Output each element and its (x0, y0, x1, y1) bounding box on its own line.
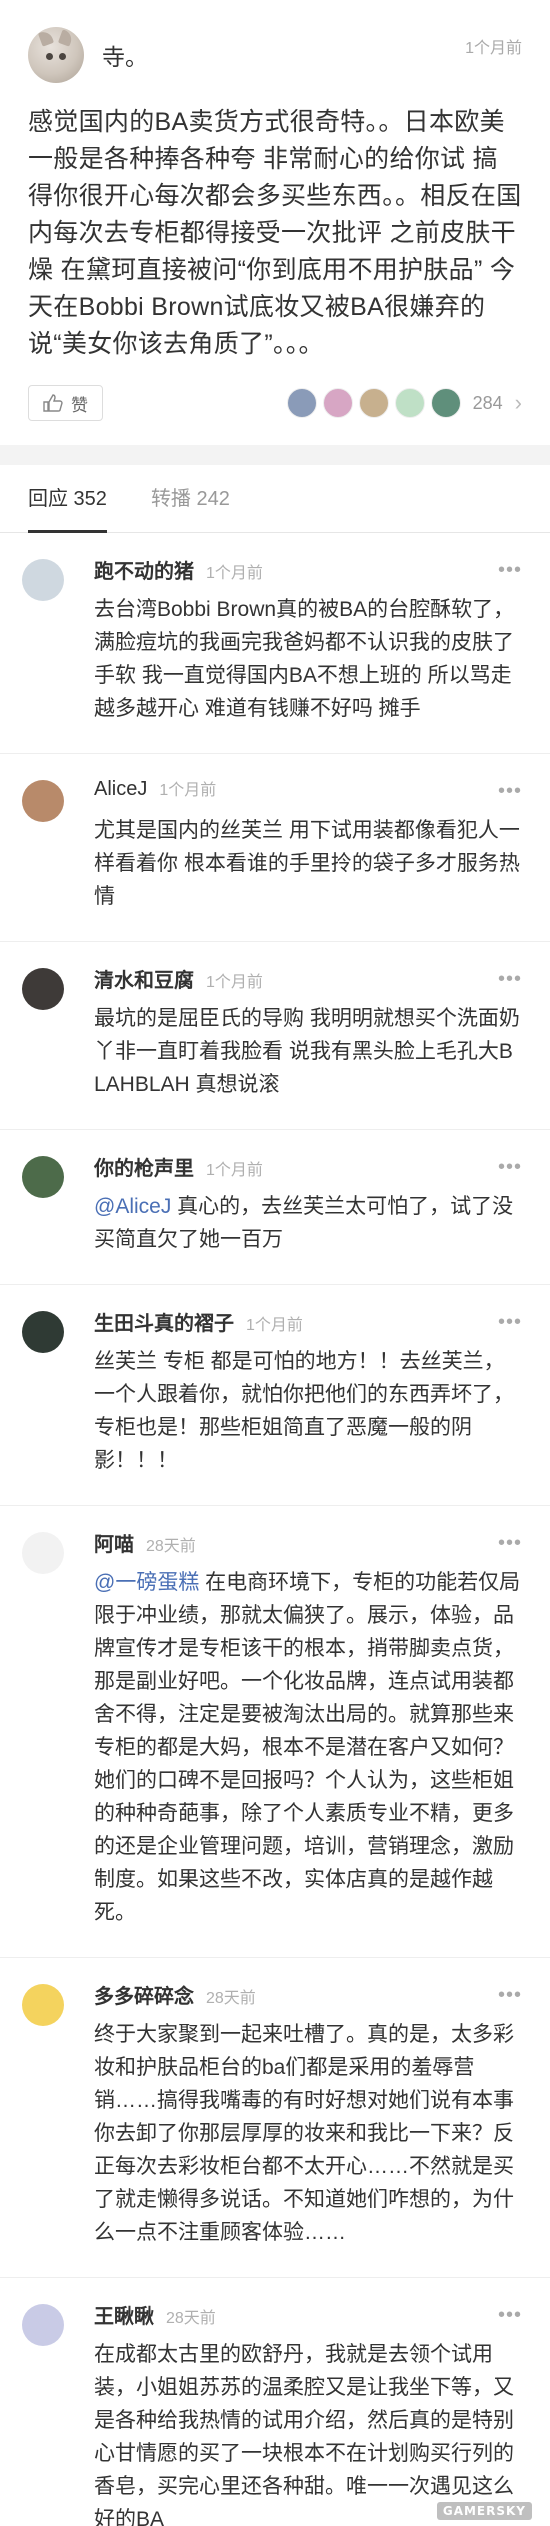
more-options-icon[interactable]: ••• (498, 1156, 522, 1179)
comment-header: 阿喵 28天前 (94, 1528, 522, 1562)
tab-replies[interactable]: 回应 352 (28, 465, 107, 533)
comment-time: 1个月前 (206, 565, 263, 582)
watermark: GAMERSKY (436, 2502, 532, 2520)
more-options-icon[interactable]: ••• (498, 559, 522, 582)
commenter-avatar[interactable] (22, 1156, 64, 1198)
like-button[interactable]: 赞 (28, 385, 103, 421)
comment-time: 28天前 (206, 1990, 256, 2007)
post-time: 1个月前 (465, 40, 522, 57)
comment-list: 跑不动的猪 1个月前 ••• 去台湾Bobbi Brown真的被BA的台腔酥软了，满脸… (0, 533, 550, 2526)
commenter-avatar[interactable] (22, 1311, 64, 1353)
comment-header: 跑不动的猪 1个月前 (94, 555, 522, 589)
commenter-avatar[interactable] (22, 968, 64, 1010)
comment-item: 你的枪声里 1个月前 ••• @AliceJ 真心的，去丝芙兰太可怕了，试了没买简直欠… (0, 1130, 550, 1285)
post-actions: 赞 284 › (28, 383, 522, 423)
commenter-name[interactable]: AliceJ (94, 778, 147, 801)
comment-body: 终于大家聚到一起来吐槽了。真的是，太多彩妆和护肤品柜台的ba们都是采用的羞辱营销… (94, 2023, 514, 2244)
commenter-avatar[interactable] (22, 2304, 64, 2346)
comment-body: 尤其是国内的丝芙兰 用下试用装都像看犯人一样看着你 根本看谁的手里拎的袋子多才服… (94, 819, 520, 908)
comment-text: 丝芙兰 专柜 都是可怕的地方！！去丝芙兰，一个人跟着你，就怕你把他们的东西弄坏了… (94, 1345, 522, 1477)
more-options-icon[interactable]: ••• (498, 1532, 522, 1555)
author-name[interactable]: 寺。 (102, 38, 148, 72)
comment-item: 多多碎碎念 28天前 ••• 终于大家聚到一起来吐槽了。真的是，太多彩妆和护肤品柜台的… (0, 1958, 550, 2278)
comment-header: 清水和豆腐 1个月前 (94, 964, 522, 998)
comment-text: 尤其是国内的丝芙兰 用下试用装都像看犯人一样看着你 根本看谁的手里拎的袋子多才服… (94, 814, 522, 913)
comment-text: 在成都太古里的欧舒丹，我就是去领个试用装，小姐姐苏苏的温柔腔又是让我坐下等，又是… (94, 2338, 522, 2526)
comment-text: 去台湾Bobbi Brown真的被BA的台腔酥软了，满脸痘坑的我画完我爸妈都不认… (94, 593, 522, 725)
liker-avatars[interactable] (281, 388, 461, 418)
chevron-right-icon[interactable]: › (515, 390, 522, 416)
liker-avatar[interactable] (394, 388, 425, 418)
commenter-name[interactable]: 跑不动的猪 (94, 555, 194, 584)
like-count[interactable]: 284 (473, 393, 503, 414)
commenter-name[interactable]: 你的枪声里 (94, 1152, 194, 1181)
comment-body: 去台湾Bobbi Brown真的被BA的台腔酥软了，满脸痘坑的我画完我爸妈都不认… (94, 598, 515, 720)
commenter-name[interactable]: 多多碎碎念 (94, 1980, 194, 2009)
reply-tabs: 回应 352 转播 242 (0, 465, 550, 533)
comment-time: 28天前 (166, 2310, 216, 2327)
comment-text: 终于大家聚到一起来吐槽了。真的是，太多彩妆和护肤品柜台的ba们都是采用的羞辱营销… (94, 2018, 522, 2249)
comment-item: 生田斗真的褶子 1个月前 ••• 丝芙兰 专柜 都是可怕的地方！！去丝芙兰，一个人跟着… (0, 1285, 550, 1506)
comment-item: 王瞅瞅 28天前 ••• 在成都太古里的欧舒丹，我就是去领个试用装，小姐姐苏苏的温柔腔… (0, 2278, 550, 2526)
more-options-icon[interactable]: ••• (498, 1311, 522, 1334)
liker-avatar[interactable] (430, 388, 461, 418)
author-avatar[interactable] (28, 27, 84, 83)
comment-item: 阿喵 28天前 ••• @一磅蛋糕 在电商环境下，专柜的功能若仅局限于冲业绩，那就太偏… (0, 1506, 550, 1958)
commenter-name[interactable]: 清水和豆腐 (94, 964, 194, 993)
commenter-name[interactable]: 王瞅瞅 (94, 2300, 154, 2329)
more-options-icon[interactable]: ••• (498, 968, 522, 991)
mention-link[interactable]: @AliceJ (94, 1195, 171, 1218)
comment-text: @AliceJ 真心的，去丝芙兰太可怕了，试了没买简直欠了她一百万 (94, 1190, 522, 1256)
liker-avatar[interactable] (358, 388, 389, 418)
post-header: 寺。 (28, 26, 522, 84)
liker-avatar[interactable] (322, 388, 353, 418)
section-divider (0, 445, 550, 465)
comment-time: 1个月前 (206, 1162, 263, 1179)
comment-time: 1个月前 (206, 974, 263, 991)
commenter-name[interactable]: 阿喵 (94, 1528, 134, 1557)
commenter-avatar[interactable] (22, 1532, 64, 1574)
comment-body: 在电商环境下，专柜的功能若仅局限于冲业绩，那就太偏狭了。展示，体验，品牌宣传才是… (94, 1571, 521, 1924)
comment-body: 在成都太古里的欧舒丹，我就是去领个试用装，小姐姐苏苏的温柔腔又是让我坐下等，又是… (94, 2343, 514, 2526)
commenter-avatar[interactable] (22, 1984, 64, 2026)
commenter-avatar[interactable] (22, 780, 64, 822)
comment-time: 28天前 (146, 1538, 196, 1555)
post: 寺。 1个月前 感觉国内的BA卖货方式很奇特。。日本欧美一般是各种捧各种夸 非常… (0, 0, 550, 423)
comment-time: 1个月前 (246, 1317, 303, 1334)
comment-body: 最坑的是屈臣氏的导购 我明明就想买个洗面奶 丫非一直盯着我脸看 说我有黑头脸上毛… (94, 1007, 520, 1096)
more-options-icon[interactable]: ••• (498, 780, 522, 803)
comment-item: 清水和豆腐 1个月前 ••• 最坑的是屈臣氏的导购 我明明就想买个洗面奶 丫非一直盯着… (0, 942, 550, 1130)
more-options-icon[interactable]: ••• (498, 1984, 522, 2007)
comment-time: 1个月前 (159, 782, 217, 799)
comment-item: 跑不动的猪 1个月前 ••• 去台湾Bobbi Brown真的被BA的台腔酥软了，满脸… (0, 533, 550, 754)
comment-body: 丝芙兰 专柜 都是可怕的地方！！去丝芙兰，一个人跟着你，就怕你把他们的东西弄坏了… (94, 1350, 514, 1472)
mention-link[interactable]: @一磅蛋糕 (94, 1571, 199, 1594)
comment-header: 多多碎碎念 28天前 (94, 1980, 522, 2014)
commenter-avatar[interactable] (22, 559, 64, 601)
comment-item: AliceJ 1个月前 ••• 尤其是国内的丝芙兰 用下试用装都像看犯人一样看着你 根… (0, 754, 550, 942)
comment-header: 生田斗真的褶子 1个月前 (94, 1307, 522, 1341)
more-options-icon[interactable]: ••• (498, 2304, 522, 2327)
like-label: 赞 (71, 395, 88, 415)
comment-text: 最坑的是屈臣氏的导购 我明明就想买个洗面奶 丫非一直盯着我脸看 说我有黑头脸上毛… (94, 1002, 522, 1101)
thumbs-up-icon (43, 394, 63, 412)
comment-header: 你的枪声里 1个月前 (94, 1152, 522, 1186)
comment-text: @一磅蛋糕 在电商环境下，专柜的功能若仅局限于冲业绩，那就太偏狭了。展示，体验，… (94, 1566, 522, 1929)
commenter-name[interactable]: 生田斗真的褶子 (94, 1307, 234, 1336)
tab-reposts[interactable]: 转播 242 (151, 465, 230, 532)
comment-header: AliceJ 1个月前 (94, 776, 522, 810)
comment-header: 王瞅瞅 28天前 (94, 2300, 522, 2334)
liker-avatar[interactable] (286, 388, 317, 418)
post-body: 感觉国内的BA卖货方式很奇特。。日本欧美一般是各种捧各种夸 非常耐心的给你试 搞… (28, 108, 522, 358)
